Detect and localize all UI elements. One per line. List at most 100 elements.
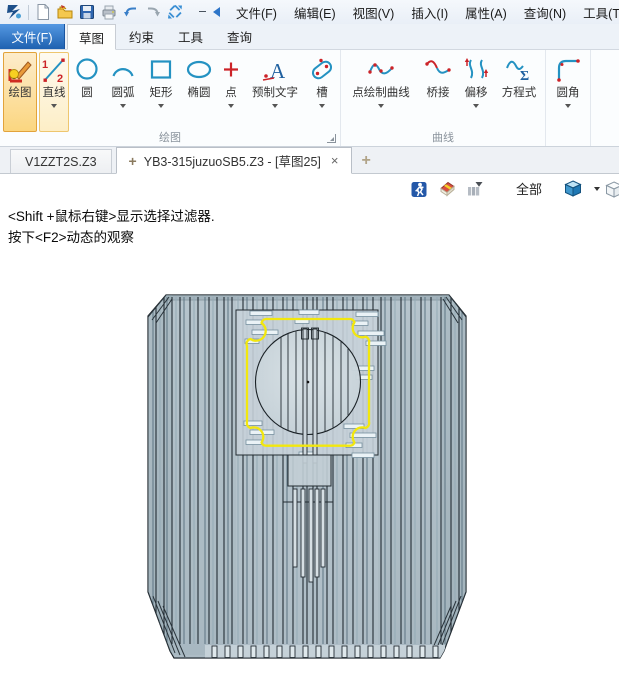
collapse-ribbon-icon[interactable] xyxy=(213,7,220,17)
redo-button[interactable] xyxy=(144,3,163,22)
ribbon-button-label: 矩形 xyxy=(150,87,173,100)
ribbon-button-label: 预制文字 xyxy=(252,87,298,100)
ribbon-group-0: 绘图直线圆圆弧矩形椭圆点预制文字槽绘图 xyxy=(0,50,341,146)
equation-icon xyxy=(504,55,534,85)
toolbar-separator xyxy=(28,5,29,20)
selection-filter-icon[interactable] xyxy=(465,181,483,197)
ribbon: 绘图直线圆圆弧矩形椭圆点预制文字槽绘图点绘制曲线桥接偏移方程式曲线圆角 xyxy=(0,50,619,147)
exit-sketch-icon[interactable] xyxy=(410,180,428,198)
circle-button[interactable]: 圆 xyxy=(71,52,103,132)
ribbon-button-label: 点绘制曲线 xyxy=(352,87,410,100)
filter-value-label[interactable]: 全部 xyxy=(516,179,542,198)
sketch-draw-button[interactable]: 绘图 xyxy=(3,52,37,132)
pretext-button[interactable]: 预制文字 xyxy=(245,52,305,132)
menu-item-4[interactable]: 属性(A) xyxy=(465,3,507,22)
view-mode-dropdown-caret[interactable] xyxy=(594,187,600,191)
dropdown-caret-icon[interactable] xyxy=(228,104,234,108)
document-tab[interactable]: V1ZZT2S.Z3 xyxy=(10,149,112,173)
undo-button[interactable] xyxy=(122,3,141,22)
eraser-icon[interactable] xyxy=(437,180,456,197)
file-menu-tab[interactable]: 文件(F) xyxy=(0,24,65,49)
ribbon-button-label: 直线 xyxy=(43,87,66,100)
bridge-button[interactable]: 桥接 xyxy=(420,52,456,132)
dropdown-caret-icon[interactable] xyxy=(378,104,384,108)
line-icon xyxy=(39,55,69,85)
dropdown-caret-icon[interactable] xyxy=(272,104,278,108)
offset-icon xyxy=(461,55,491,85)
ribbon-tab-row: 文件(F) 草图约束工具查询 xyxy=(0,24,619,50)
sketch-origin-point[interactable] xyxy=(307,381,310,384)
slot-button[interactable]: 槽 xyxy=(307,52,337,132)
prompt-line-2: 按下<F2>动态的观察 xyxy=(8,228,215,249)
wireframe-view-cube-icon[interactable] xyxy=(604,180,619,204)
ribbon-tab-2[interactable]: 工具 xyxy=(167,24,214,49)
close-tab-icon[interactable]: × xyxy=(331,154,339,167)
application-window: 文件(F)编辑(E)视图(V)插入(I)属性(A)查询(N)工具(T)实 文件(… xyxy=(0,0,619,684)
quick-access-toolbar: 文件(F)编辑(E)视图(V)插入(I)属性(A)查询(N)工具(T)实 xyxy=(0,0,619,24)
ribbon-button-label: 点 xyxy=(225,87,237,100)
ribbon-group-label: 绘图 xyxy=(0,129,340,145)
ellipse-button[interactable]: 椭圆 xyxy=(181,52,217,132)
ribbon-button-label: 桥接 xyxy=(427,87,450,100)
ellipse-icon xyxy=(184,55,214,85)
bridge-icon xyxy=(423,55,453,85)
point-icon xyxy=(216,55,246,85)
open-file-button[interactable] xyxy=(56,3,75,22)
menu-item-0[interactable]: 文件(F) xyxy=(236,3,277,22)
point-curve-icon xyxy=(366,55,396,85)
sketch-canvas[interactable]: 全部 <Shift +鼠标右键>显示选择过滤器. 按下<F2>动态的观察 xyxy=(0,174,619,684)
document-tab-title: V1ZZT2S.Z3 xyxy=(25,155,97,169)
pin-icon[interactable]: + xyxy=(129,154,137,168)
save-button[interactable] xyxy=(78,3,97,22)
ribbon-button-label: 偏移 xyxy=(465,87,488,100)
menu-item-5[interactable]: 查询(N) xyxy=(524,3,566,22)
ribbon-tab-1[interactable]: 约束 xyxy=(118,24,165,49)
menu-item-2[interactable]: 视图(V) xyxy=(353,3,395,22)
arc-icon xyxy=(108,55,138,85)
prompt-line-1: <Shift +鼠标右键>显示选择过滤器. xyxy=(8,207,215,228)
circle-icon xyxy=(72,55,102,85)
rectangle-button[interactable]: 矩形 xyxy=(143,52,179,132)
menu-item-1[interactable]: 编辑(E) xyxy=(294,3,336,22)
pretext-icon xyxy=(260,55,290,85)
new-file-button[interactable] xyxy=(34,3,53,22)
view-toolbar: 全部 xyxy=(410,179,600,198)
dropdown-caret-icon[interactable] xyxy=(319,104,325,108)
dropdown-caret-icon[interactable] xyxy=(565,104,571,108)
point-button[interactable]: 点 xyxy=(219,52,243,132)
menu-bar: 文件(F)编辑(E)视图(V)插入(I)属性(A)查询(N)工具(T)实 xyxy=(236,3,619,22)
document-tab-active[interactable]: + YB3-315juzuoSB5.Z3 - [草图25] × xyxy=(116,147,352,174)
new-tab-button[interactable]: + xyxy=(362,152,371,173)
ribbon-button-label: 圆 xyxy=(81,87,93,100)
app-logo-icon xyxy=(5,3,24,22)
ribbon-button-label: 椭圆 xyxy=(188,87,211,100)
ribbon-tab-0[interactable]: 草图 xyxy=(67,24,116,50)
fillet-button[interactable]: 圆角 xyxy=(549,52,587,132)
ribbon-tab-3[interactable]: 查询 xyxy=(216,24,263,49)
prompt-message: <Shift +鼠标右键>显示选择过滤器. 按下<F2>动态的观察 xyxy=(8,207,215,248)
slot-icon xyxy=(307,55,337,85)
dropdown-caret-icon[interactable] xyxy=(158,104,164,108)
print-button[interactable] xyxy=(100,3,119,22)
motor-housing-model[interactable] xyxy=(0,174,619,684)
ribbon-button-label: 方程式 xyxy=(502,87,537,100)
dialog-launcher-button[interactable] xyxy=(327,134,336,143)
ribbon-button-label: 绘图 xyxy=(9,87,32,100)
arc-button[interactable]: 圆弧 xyxy=(105,52,141,132)
sketch-draw-icon xyxy=(5,55,35,85)
point-curve-button[interactable]: 点绘制曲线 xyxy=(344,52,418,132)
document-tab-bar: V1ZZT2S.Z3 + YB3-315juzuoSB5.Z3 - [草图25]… xyxy=(0,147,619,174)
fillet-icon xyxy=(553,55,583,85)
menu-item-3[interactable]: 插入(I) xyxy=(411,3,448,22)
dropdown-caret-icon[interactable] xyxy=(473,104,479,108)
rectangle-icon xyxy=(146,55,176,85)
customize-toolbar-button[interactable] xyxy=(199,11,206,14)
regenerate-button[interactable] xyxy=(166,3,185,22)
line-button[interactable]: 直线 xyxy=(39,52,69,132)
dropdown-caret-icon[interactable] xyxy=(51,104,57,108)
menu-item-6[interactable]: 工具(T) xyxy=(583,3,619,22)
dropdown-caret-icon[interactable] xyxy=(120,104,126,108)
offset-button[interactable]: 偏移 xyxy=(458,52,494,132)
shaded-view-cube-icon[interactable] xyxy=(563,179,583,198)
equation-button[interactable]: 方程式 xyxy=(496,52,542,132)
